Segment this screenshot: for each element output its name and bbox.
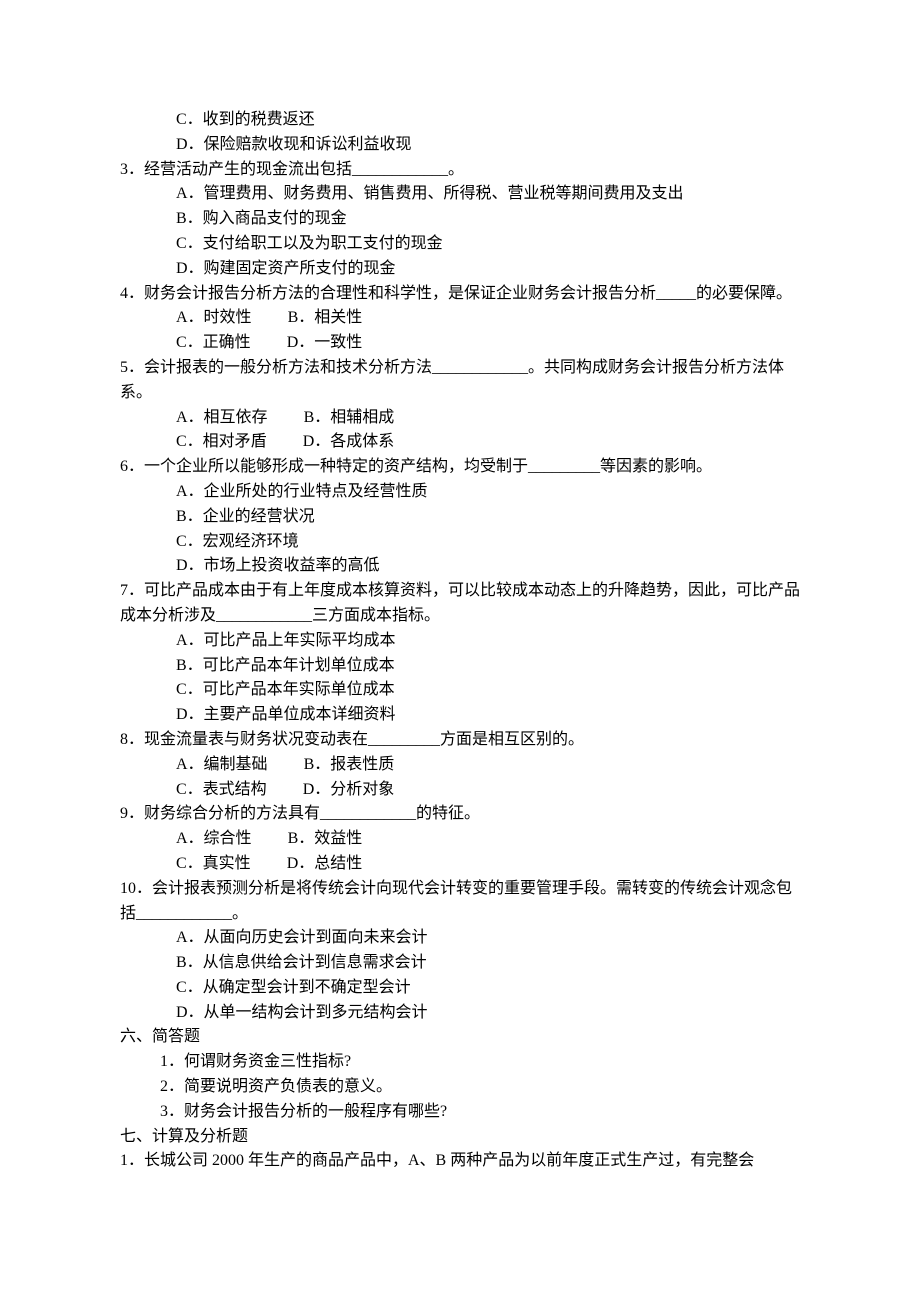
question-7-stem: 7．可比产品成本由于有上年度成本核算资料，可以比较成本动态上的升降趋势，因此，可…: [120, 579, 800, 629]
q5-option-d: D．各成体系: [303, 433, 395, 450]
question-10-stem: 10．会计报表预测分析是将传统会计向现代会计转变的重要管理手段。需转变的传统会计…: [120, 877, 800, 927]
q4-option-a: A．时效性: [176, 309, 252, 326]
section-7-heading: 七、计算及分析题: [120, 1125, 800, 1150]
section-6-item-2: 2．简要说明资产负债表的意义。: [120, 1075, 800, 1100]
q4-option-b: B．相关性: [288, 309, 363, 326]
q5-options-row1: A．相互依存 B．相辅相成: [120, 406, 800, 431]
q3-option-a: A．管理费用、财务费用、销售费用、所得税、营业税等期间费用及支出: [120, 182, 800, 207]
q8-options-row1: A．编制基础 B．报表性质: [120, 753, 800, 778]
q6-option-d: D．市场上投资收益率的高低: [120, 554, 800, 579]
question-9-stem: 9．财务综合分析的方法具有____________的特征。: [120, 802, 800, 827]
question-6-stem: 6．一个企业所以能够形成一种特定的资产结构，均受制于_________等因素的影…: [120, 455, 800, 480]
q10-option-a: A．从面向历史会计到面向未来会计: [120, 926, 800, 951]
q4-option-d: D．一致性: [287, 334, 363, 351]
q9-options-row1: A．综合性 B．效益性: [120, 827, 800, 852]
q3-option-d: D．购建固定资产所支付的现金: [120, 257, 800, 282]
q3-option-b: B．购入商品支付的现金: [120, 207, 800, 232]
section-6-item-3: 3．财务会计报告分析的一般程序有哪些?: [120, 1100, 800, 1125]
q9-option-a: A．综合性: [176, 830, 252, 847]
option-c: C．收到的税费返还: [120, 108, 800, 133]
q5-option-b: B．相辅相成: [304, 409, 395, 426]
q8-option-d: D．分析对象: [303, 781, 395, 798]
q10-option-d: D．从单一结构会计到多元结构会计: [120, 1001, 800, 1026]
q10-option-c: C．从确定型会计到不确定型会计: [120, 976, 800, 1001]
q9-option-d: D．总结性: [287, 855, 363, 872]
q4-option-c: C．正确性: [176, 334, 251, 351]
q5-option-a: A．相互依存: [176, 409, 268, 426]
document-page: C．收到的税费返还 D．保险赔款收现和诉讼利益收现 3．经营活动产生的现金流出包…: [0, 0, 920, 1302]
q8-option-a: A．编制基础: [176, 756, 268, 773]
question-5-stem: 5．会计报表的一般分析方法和技术分析方法____________。共同构成财务会…: [120, 356, 800, 406]
q7-option-b: B．可比产品本年计划单位成本: [120, 654, 800, 679]
q3-option-c: C．支付给职工以及为职工支付的现金: [120, 232, 800, 257]
q7-option-a: A．可比产品上年实际平均成本: [120, 629, 800, 654]
q6-option-a: A．企业所处的行业特点及经营性质: [120, 480, 800, 505]
q7-option-d: D．主要产品单位成本详细资料: [120, 703, 800, 728]
q6-option-c: C．宏观经济环境: [120, 530, 800, 555]
q5-options-row2: C．相对矛盾 D．各成体系: [120, 430, 800, 455]
q7-option-c: C．可比产品本年实际单位成本: [120, 678, 800, 703]
q8-option-b: B．报表性质: [304, 756, 395, 773]
section-6-heading: 六、简答题: [120, 1025, 800, 1050]
question-4-stem: 4．财务会计报告分析方法的合理性和科学性，是保证企业财务会计报告分析_____的…: [120, 282, 800, 307]
q5-option-c: C．相对矛盾: [176, 433, 267, 450]
q4-options-row1: A．时效性 B．相关性: [120, 306, 800, 331]
section-7-item-1: 1．长城公司 2000 年生产的商品产品中，A、B 两种产品为以前年度正式生产过…: [120, 1149, 800, 1174]
q6-option-b: B．企业的经营状况: [120, 505, 800, 530]
q10-option-b: B．从信息供给会计到信息需求会计: [120, 951, 800, 976]
q4-options-row2: C．正确性 D．一致性: [120, 331, 800, 356]
section-6-item-1: 1．何谓财务资金三性指标?: [120, 1050, 800, 1075]
q8-option-c: C．表式结构: [176, 781, 267, 798]
question-8-stem: 8．现金流量表与财务状况变动表在_________方面是相互区别的。: [120, 728, 800, 753]
q8-options-row2: C．表式结构 D．分析对象: [120, 778, 800, 803]
q9-option-b: B．效益性: [288, 830, 363, 847]
question-3-stem: 3．经营活动产生的现金流出包括____________。: [120, 158, 800, 183]
option-d: D．保险赔款收现和诉讼利益收现: [120, 133, 800, 158]
q9-option-c: C．真实性: [176, 855, 251, 872]
q9-options-row2: C．真实性 D．总结性: [120, 852, 800, 877]
